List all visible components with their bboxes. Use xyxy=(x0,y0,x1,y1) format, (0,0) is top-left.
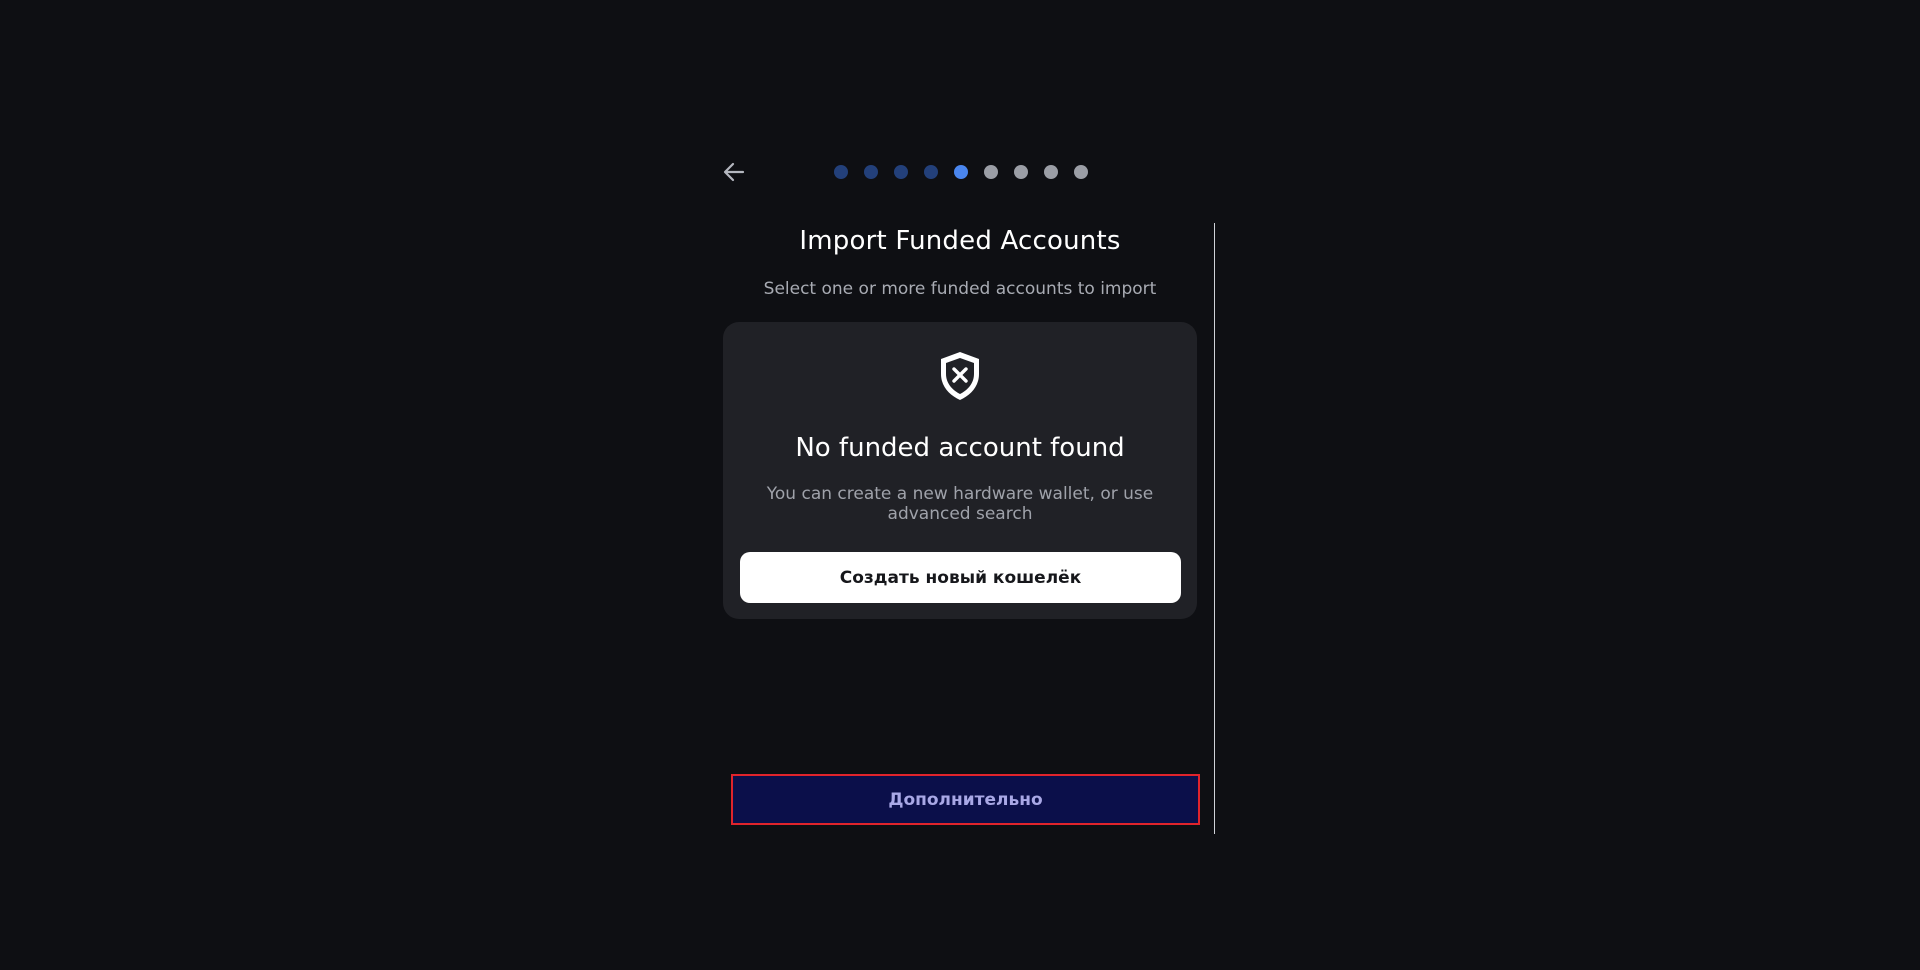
page-title: Import Funded Accounts xyxy=(799,226,1121,256)
onboarding-screen: Import Funded Accounts Select one or mor… xyxy=(0,0,1920,970)
step-dot-upcoming xyxy=(1044,165,1058,179)
step-dot-completed xyxy=(834,165,848,179)
progress-stepper xyxy=(834,165,1088,179)
panel-divider xyxy=(1214,223,1215,834)
back-button[interactable] xyxy=(719,158,749,186)
arrow-left-icon xyxy=(723,162,745,182)
step-dot-active xyxy=(954,165,968,179)
advanced-button[interactable]: Дополнительно xyxy=(731,774,1200,825)
create-wallet-button[interactable]: Создать новый кошелёк xyxy=(740,552,1181,603)
empty-state-description: You can create a new hardware wallet, or… xyxy=(766,484,1154,524)
page-subtitle: Select one or more funded accounts to im… xyxy=(763,279,1157,299)
empty-state-card: No funded account found You can create a… xyxy=(723,322,1197,619)
step-dot-completed xyxy=(924,165,938,179)
step-dot-upcoming xyxy=(1014,165,1028,179)
step-dot-upcoming xyxy=(984,165,998,179)
shield-x-icon xyxy=(936,350,984,402)
step-dot-completed xyxy=(864,165,878,179)
step-dot-upcoming xyxy=(1074,165,1088,179)
step-dot-completed xyxy=(894,165,908,179)
empty-state-heading: No funded account found xyxy=(795,433,1125,463)
